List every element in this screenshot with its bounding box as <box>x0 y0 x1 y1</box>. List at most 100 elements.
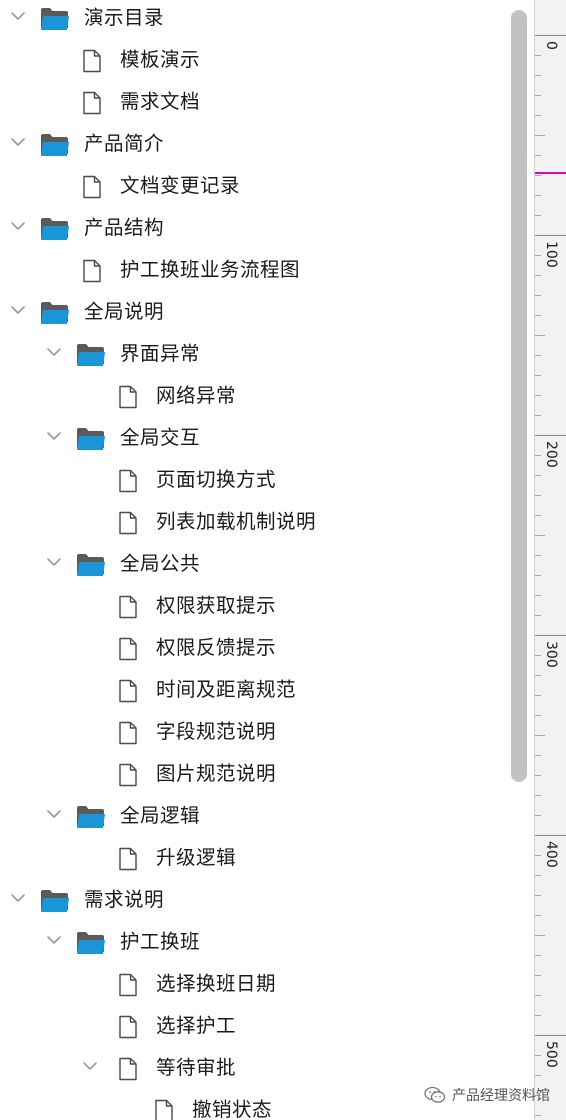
tree-folder-row[interactable]: 护工换班 <box>0 922 500 964</box>
tree-page-row[interactable]: 网络异常 <box>0 376 500 418</box>
ruler-tick <box>535 155 541 156</box>
tree-item-label: 等待审批 <box>156 1056 237 1079</box>
page-icon <box>118 637 138 665</box>
folder-icon <box>40 6 70 36</box>
ruler-label: 0 <box>543 41 559 50</box>
page-icon <box>118 973 138 1001</box>
tree-folder-row[interactable]: 界面异常 <box>0 334 500 376</box>
tree-folder-row[interactable]: 产品结构 <box>0 208 500 250</box>
page-icon <box>82 91 102 119</box>
tree-page-row[interactable]: 护工换班业务流程图 <box>0 250 500 292</box>
chevron-down-icon[interactable] <box>10 8 26 24</box>
wechat-icon <box>424 1086 446 1103</box>
scrollbar-thumb[interactable] <box>511 10 527 782</box>
ruler-tick <box>535 795 541 796</box>
chevron-down-icon[interactable] <box>10 134 26 150</box>
ruler-tick <box>535 955 541 956</box>
tree-item-label: 全局交互 <box>120 426 201 449</box>
page-icon <box>82 175 102 203</box>
folder-icon <box>40 132 70 162</box>
ruler-tick <box>535 715 541 716</box>
tree-page-row[interactable]: 模板演示 <box>0 40 500 82</box>
folder-icon <box>40 300 70 330</box>
ruler-tick <box>535 895 541 896</box>
folder-icon <box>76 930 106 960</box>
tree-page-row[interactable]: 选择护工 <box>0 1006 500 1048</box>
tree-page-row[interactable]: 图片规范说明 <box>0 754 500 796</box>
ruler-tick <box>535 1035 566 1036</box>
chevron-down-icon[interactable] <box>82 1058 98 1074</box>
ruler-tick <box>535 815 541 816</box>
chevron-down-icon[interactable] <box>46 932 62 948</box>
chevron-down-icon[interactable] <box>46 554 62 570</box>
tree-item-label: 产品结构 <box>84 216 165 239</box>
chevron-down-icon[interactable] <box>46 344 62 360</box>
ruler-tick <box>535 735 545 736</box>
tree-item-label: 产品简介 <box>84 132 165 155</box>
tree-item-label: 撤销状态 <box>192 1098 273 1120</box>
ruler-tick <box>535 435 566 436</box>
page-icon <box>118 385 138 413</box>
ruler-tick <box>535 95 541 96</box>
folder-icon <box>76 552 106 582</box>
chevron-down-icon[interactable] <box>46 806 62 822</box>
chevron-down-icon[interactable] <box>10 302 26 318</box>
ruler-tick <box>535 655 541 656</box>
ruler-tick <box>535 295 541 296</box>
tree-page-row[interactable]: 文档变更记录 <box>0 166 500 208</box>
tree-item-label: 需求说明 <box>84 888 165 911</box>
tree-folder-row[interactable]: 产品简介 <box>0 124 500 166</box>
tree-folder-row[interactable]: 全局逻辑 <box>0 796 500 838</box>
tree-page-row[interactable]: 列表加载机制说明 <box>0 502 500 544</box>
tree-item-label: 全局逻辑 <box>120 804 201 827</box>
tree-page-row[interactable]: 页面切换方式 <box>0 460 500 502</box>
tree-item-label: 网络异常 <box>156 384 237 407</box>
tree-folder-row[interactable]: 演示目录 <box>0 0 500 40</box>
ruler-tick <box>535 215 541 216</box>
folder-icon <box>76 342 106 372</box>
ruler-label: 300 <box>543 641 559 668</box>
tree-folder-row[interactable]: 全局公共 <box>0 544 500 586</box>
ruler-tick <box>535 415 541 416</box>
ruler-tick <box>535 755 541 756</box>
ruler-tick <box>535 875 541 876</box>
ruler-tick <box>535 535 545 536</box>
ruler-tick <box>535 595 541 596</box>
tree-folder-row[interactable]: 全局交互 <box>0 418 500 460</box>
ruler-label: 500 <box>543 1041 559 1068</box>
tree-item-label: 模板演示 <box>120 48 201 71</box>
tree-page-row[interactable]: 时间及距离规范 <box>0 670 500 712</box>
tree-page-row[interactable]: 升级逻辑 <box>0 838 500 880</box>
ruler-tick <box>535 135 545 136</box>
page-icon <box>118 469 138 497</box>
ruler-tick <box>535 375 541 376</box>
ruler-tick <box>535 775 541 776</box>
ruler-tick <box>535 335 545 336</box>
tree-item-label: 文档变更记录 <box>120 174 241 197</box>
tree-page-row[interactable]: 字段规范说明 <box>0 712 500 754</box>
page-icon <box>118 1057 138 1085</box>
ruler-tick <box>535 495 541 496</box>
ruler-tick <box>535 235 566 236</box>
tree-page-row[interactable]: 权限获取提示 <box>0 586 500 628</box>
chevron-down-icon[interactable] <box>10 218 26 234</box>
tree-page-row[interactable]: 选择换班日期 <box>0 964 500 1006</box>
tree-page-row[interactable]: 需求文档 <box>0 82 500 124</box>
page-icon <box>82 259 102 287</box>
ruler-tick <box>535 575 541 576</box>
page-icon <box>82 49 102 77</box>
tree-page-row[interactable]: 权限反馈提示 <box>0 628 500 670</box>
ruler-tick <box>535 475 541 476</box>
tree-folder-row[interactable]: 全局说明 <box>0 292 500 334</box>
ruler-tick <box>535 675 541 676</box>
chevron-down-icon[interactable] <box>10 890 26 906</box>
page-icon <box>118 679 138 707</box>
ruler-tick <box>535 115 541 116</box>
tree-folder-row[interactable]: 需求说明 <box>0 880 500 922</box>
watermark: 产品经理资料馆 <box>424 1082 550 1108</box>
tree-item-label: 权限反馈提示 <box>156 636 277 659</box>
chevron-down-icon[interactable] <box>46 428 62 444</box>
page-icon <box>118 721 138 749</box>
ruler-tick <box>535 835 566 836</box>
tree-item-label: 升级逻辑 <box>156 846 237 869</box>
